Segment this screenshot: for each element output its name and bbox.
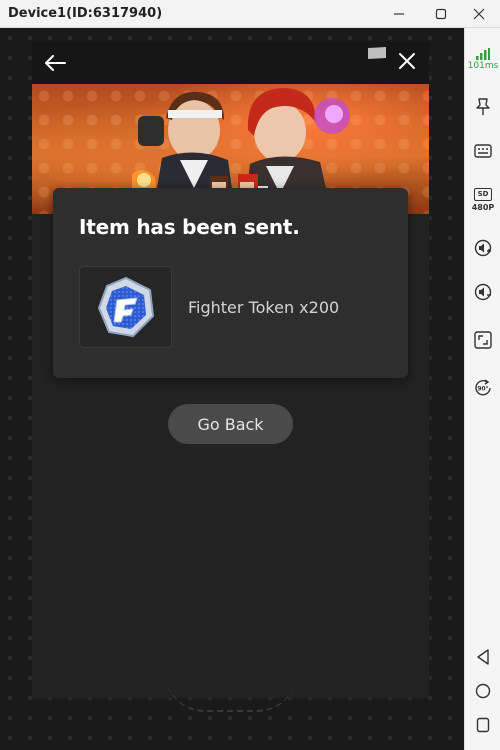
nav-home-icon <box>475 683 491 699</box>
nav-back-icon <box>477 649 489 665</box>
minimize-button[interactable] <box>376 0 422 28</box>
maximize-icon <box>435 8 447 20</box>
resolution-text: 480P <box>471 203 495 212</box>
signal-icon <box>476 47 490 60</box>
item-icon-box <box>79 266 172 348</box>
resolution-button[interactable]: SD 480P <box>465 180 500 220</box>
window-close-icon <box>473 8 485 20</box>
volume-down-button[interactable] <box>465 276 500 308</box>
screenshot-icon <box>474 331 492 349</box>
minimize-icon <box>394 13 404 15</box>
back-arrow-icon <box>45 55 66 71</box>
tab-indicator-icon <box>368 47 386 59</box>
volume-up-button[interactable] <box>465 232 500 264</box>
volume-up-icon <box>474 239 492 257</box>
window-title: Device1(ID:6317940) <box>8 6 163 21</box>
keyboard-icon <box>474 144 492 158</box>
dialog-title: Item has been sent. <box>79 215 300 239</box>
back-arrow-button[interactable] <box>42 50 68 76</box>
rotate-button[interactable]: 90° <box>465 372 500 404</box>
item-label: Fighter Token x200 <box>188 298 340 317</box>
keyboard-button[interactable] <box>465 136 500 166</box>
latency-text: 101ms <box>467 60 499 71</box>
screenshot-button[interactable] <box>465 324 500 356</box>
nav-home-button[interactable] <box>465 676 500 706</box>
window-titlebar: Device1(ID:6317940) <box>0 0 500 28</box>
fighter-token-icon <box>97 276 154 338</box>
nav-recents-button[interactable] <box>465 710 500 740</box>
game-topbar <box>32 42 429 84</box>
nav-recents-icon <box>476 717 490 733</box>
nav-back-button[interactable] <box>465 642 500 672</box>
pin-button[interactable] <box>465 92 500 122</box>
signal-indicator: 101ms <box>465 42 500 76</box>
close-icon <box>399 53 415 69</box>
pin-icon <box>476 98 490 115</box>
decorative-arc <box>165 672 297 712</box>
content-panel <box>32 84 429 698</box>
resolution-icon: SD <box>474 188 492 201</box>
close-button[interactable] <box>394 48 420 74</box>
rotate-text: 90° <box>477 386 488 393</box>
window-close-button[interactable] <box>458 0 500 28</box>
item-sent-dialog: Item has been sent. Fighter Token x200 <box>53 188 408 378</box>
go-back-button[interactable]: Go Back <box>168 404 293 444</box>
rotate-icon: 90° <box>475 379 491 396</box>
emulator-sidebar: 101ms SD 480P 90° <box>464 28 500 750</box>
volume-down-icon <box>474 283 492 301</box>
device-screen: Item has been sent. Fighter Token x200 G… <box>0 28 464 750</box>
